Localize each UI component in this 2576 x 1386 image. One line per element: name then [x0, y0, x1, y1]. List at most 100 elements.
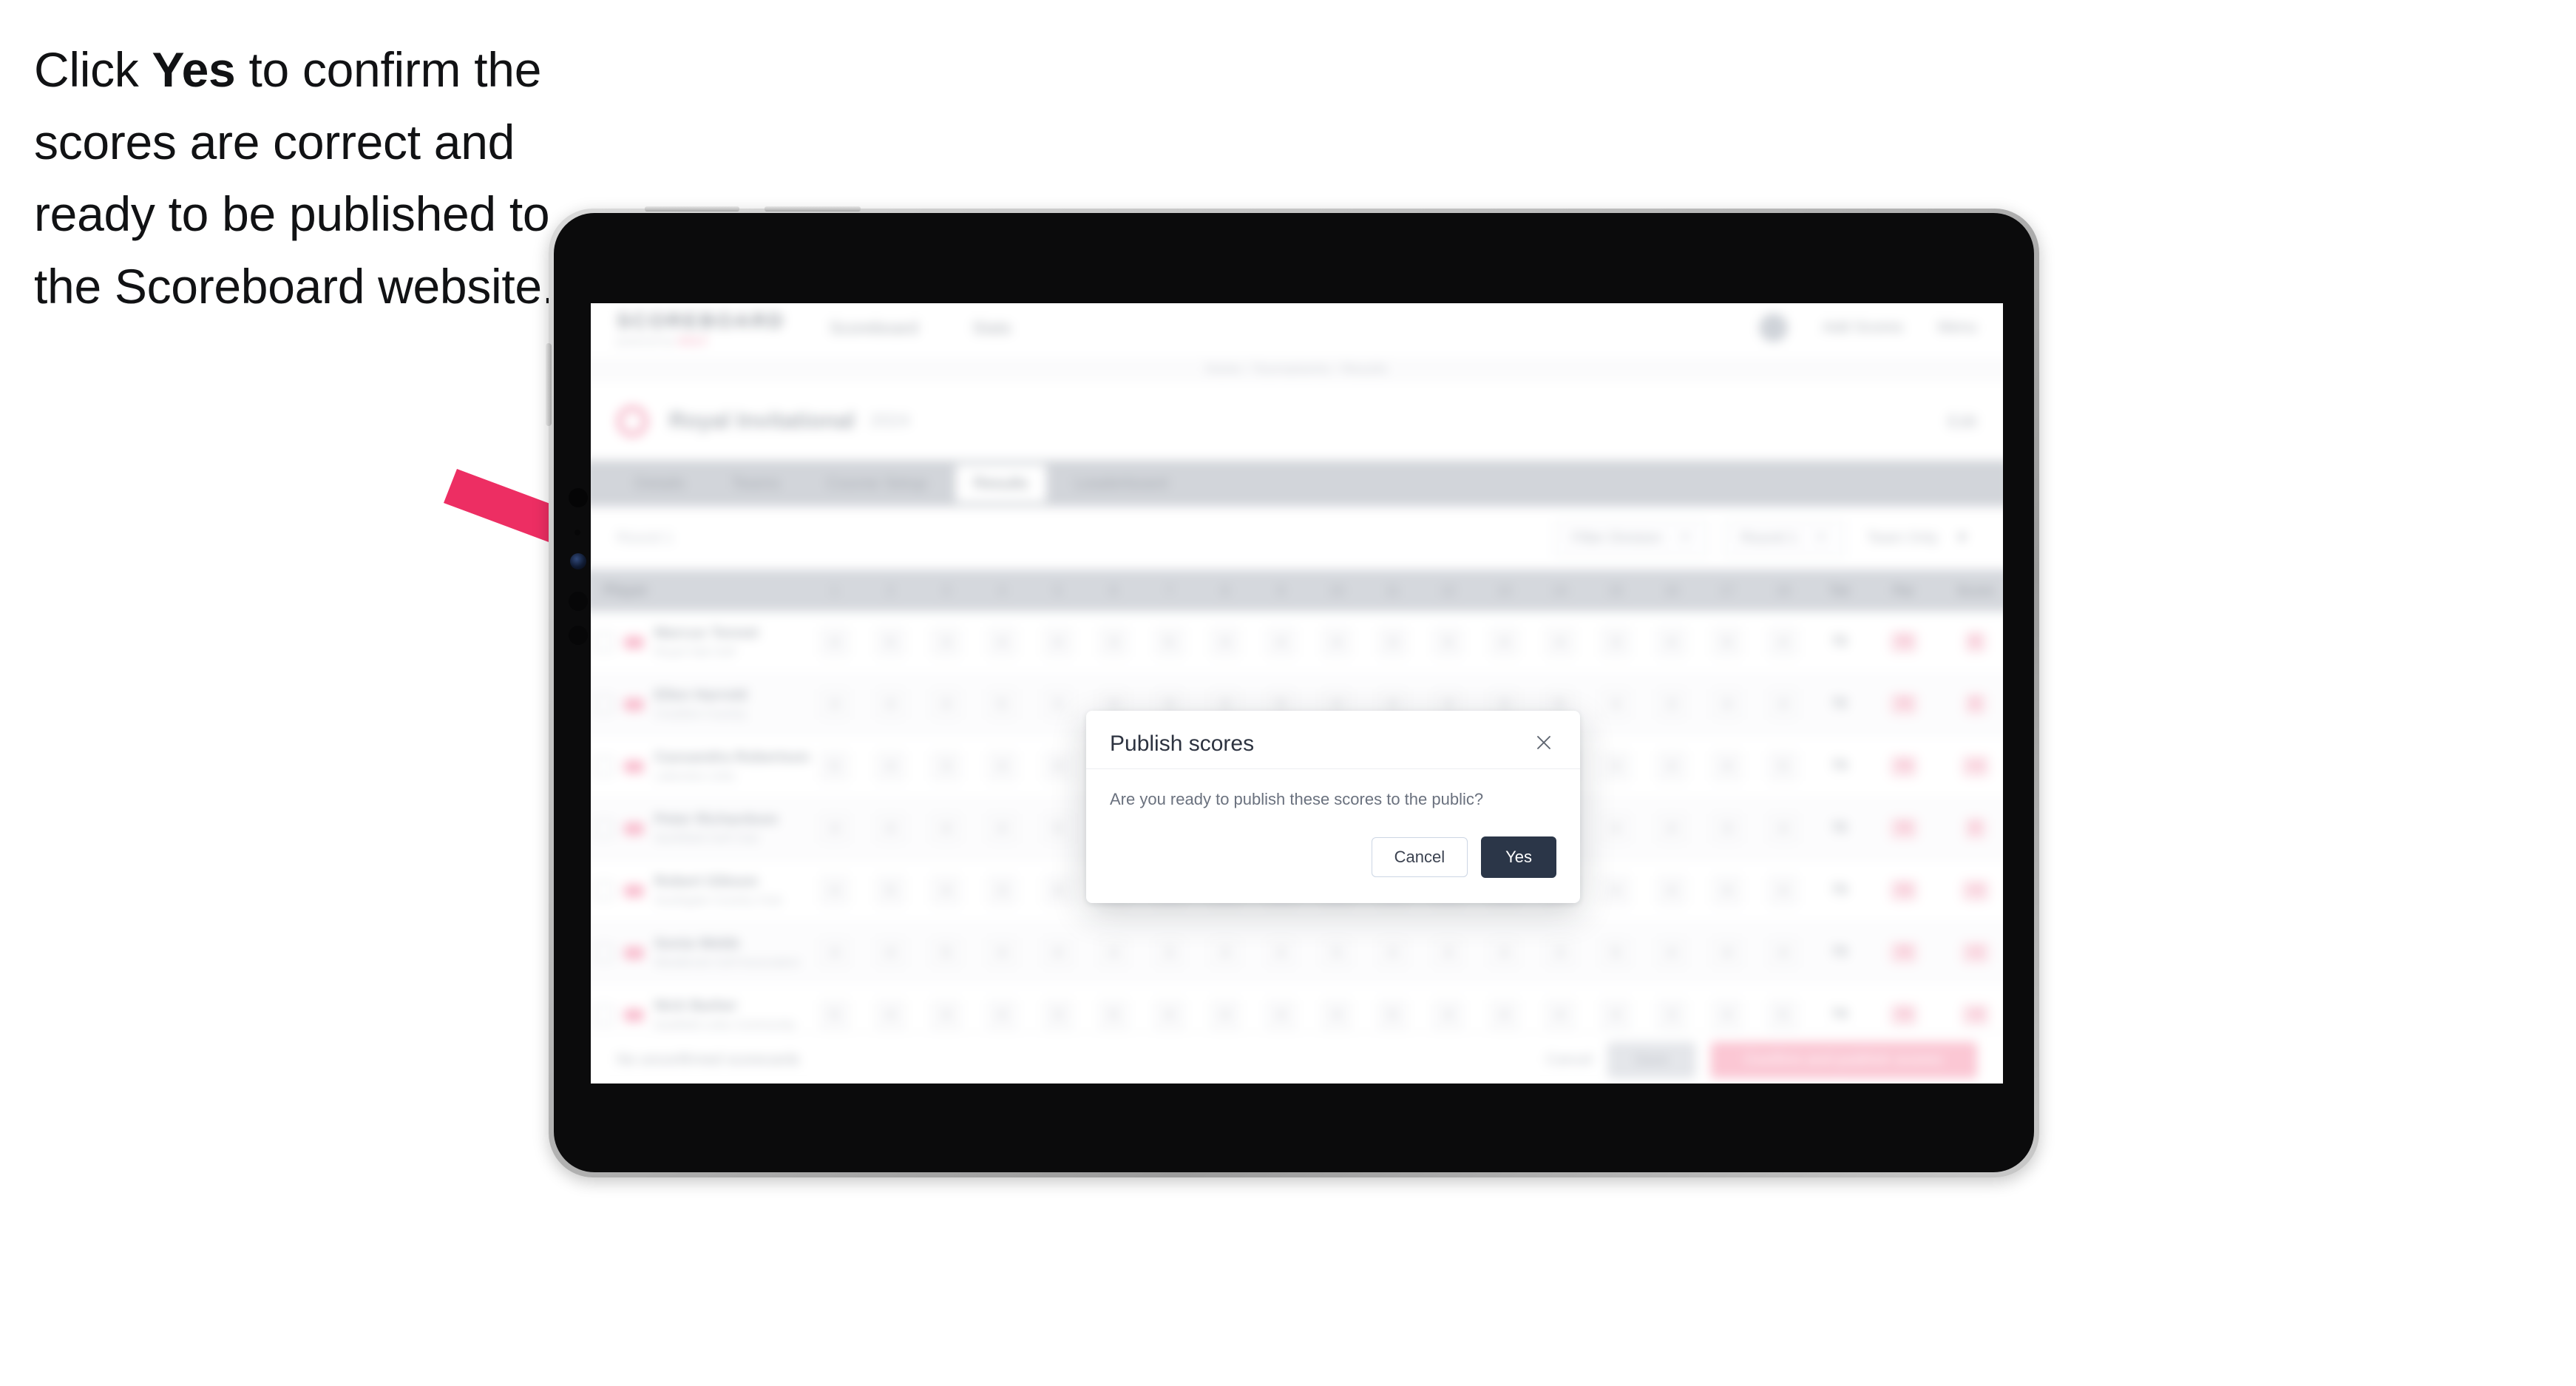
row-checkbox[interactable] — [594, 1004, 614, 1025]
table-row[interactable]: Marcus Tennet Royal Oak Golf 4 5 3 4 4 3 5 4 4 4 3 5 4… — [591, 612, 2003, 674]
hole-score-cell[interactable]: 4 — [975, 626, 1030, 657]
filter-round-dropdown[interactable]: Round 1 ▼ — [1723, 519, 1845, 557]
hole-score-cell[interactable]: 4 — [1309, 626, 1364, 657]
hole-score-cell[interactable]: 3 — [1644, 999, 1699, 1030]
hole-score-cell[interactable]: 3 — [918, 751, 974, 782]
hole-score-cell[interactable]: 4 — [1644, 626, 1699, 657]
hole-score-cell[interactable]: 5 — [918, 937, 974, 968]
hole-score-cell[interactable]: 4 — [1755, 875, 1811, 906]
hole-score-cell[interactable]: 3 — [1588, 751, 1644, 782]
close-icon[interactable] — [1531, 730, 1556, 755]
hole-score-cell[interactable]: 5 — [1365, 999, 1420, 1030]
tab-details[interactable]: Details — [617, 464, 703, 502]
hole-score-cell[interactable]: 4 — [863, 999, 918, 1030]
hole-score-cell[interactable]: 4 — [1030, 937, 1085, 968]
hole-score-cell[interactable]: 4 — [1365, 937, 1420, 968]
hole-score-cell[interactable]: 5 — [863, 626, 918, 657]
hole-score-cell[interactable]: 4 — [1699, 999, 1755, 1030]
row-checkbox[interactable] — [594, 943, 614, 963]
hole-score-cell[interactable]: 4 — [918, 813, 974, 844]
table-row[interactable]: Sonia Webb Westbrook Golf Association 4 4 5 4… — [591, 922, 2003, 984]
hole-score-cell[interactable]: 4 — [1142, 999, 1197, 1030]
hole-score-cell[interactable]: 4 — [807, 626, 862, 657]
volume-up-button[interactable] — [645, 206, 739, 212]
hole-score-cell[interactable]: 4 — [1588, 813, 1644, 844]
hole-score-cell[interactable]: 4 — [1253, 999, 1309, 1030]
hole-score-cell[interactable]: 4 — [1477, 999, 1532, 1030]
hole-score-cell[interactable]: 5 — [1588, 937, 1644, 968]
hole-score-cell[interactable]: 4 — [807, 875, 862, 906]
publish-scores-button[interactable]: Confirm and publish scores — [1710, 1041, 1977, 1079]
hole-score-cell[interactable]: 4 — [1197, 937, 1253, 968]
row-checkbox[interactable] — [594, 757, 614, 777]
volume-down-button[interactable] — [765, 206, 861, 212]
hole-score-cell[interactable]: 4 — [1644, 751, 1699, 782]
hole-score-cell[interactable]: 5 — [1085, 999, 1141, 1030]
hole-score-cell[interactable]: 4 — [1699, 689, 1755, 720]
cancel-button[interactable]: Cancel — [1371, 836, 1468, 877]
avatar[interactable] — [1759, 313, 1788, 342]
hole-score-cell[interactable]: 3 — [1588, 626, 1644, 657]
row-checkbox[interactable] — [594, 881, 614, 901]
hole-score-cell[interactable]: 4 — [1253, 937, 1309, 968]
hole-score-cell[interactable]: 4 — [1588, 999, 1644, 1030]
hole-score-cell[interactable]: 4 — [1197, 626, 1253, 657]
hole-score-cell[interactable]: 4 — [807, 689, 862, 720]
hole-score-cell[interactable]: 3 — [1365, 626, 1420, 657]
hole-score-cell[interactable]: 5 — [1699, 626, 1755, 657]
hole-score-cell[interactable]: 4 — [807, 813, 862, 844]
hole-score-cell[interactable]: 4 — [975, 813, 1030, 844]
hole-score-cell[interactable]: 5 — [863, 875, 918, 906]
hole-score-cell[interactable]: 4 — [1253, 626, 1309, 657]
hole-score-cell[interactable]: 4 — [975, 999, 1030, 1030]
hole-score-cell[interactable]: 5 — [1420, 626, 1476, 657]
hole-score-cell[interactable]: 5 — [807, 751, 862, 782]
filter-division-dropdown[interactable]: Filter Division ▼ — [1554, 519, 1709, 557]
hole-score-cell[interactable]: 4 — [1420, 937, 1476, 968]
hole-score-cell[interactable]: 4 — [1477, 626, 1532, 657]
row-checkbox[interactable] — [594, 694, 614, 714]
hole-score-cell[interactable]: 4 — [1644, 875, 1699, 906]
hole-score-cell[interactable]: 5 — [807, 999, 862, 1030]
hole-score-cell[interactable]: 5 — [1755, 999, 1811, 1030]
hole-score-cell[interactable]: 4 — [1532, 626, 1587, 657]
hole-score-cell[interactable]: 4 — [918, 689, 974, 720]
nav-item-scoreboard[interactable]: Scoreboard — [830, 317, 918, 337]
hole-score-cell[interactable]: 4 — [1420, 999, 1476, 1030]
tab-teams[interactable]: Teams — [714, 464, 798, 502]
table-row[interactable]: Nick Barker Eastfield Links Community 5 4 4 4… — [591, 984, 2003, 1031]
hole-score-cell[interactable]: 4 — [863, 689, 918, 720]
hole-score-cell[interactable]: 4 — [863, 813, 918, 844]
hole-score-cell[interactable]: 5 — [1755, 751, 1811, 782]
hole-score-cell[interactable]: 4 — [975, 937, 1030, 968]
tab-course-setup[interactable]: Course Setup — [808, 464, 945, 502]
hole-score-cell[interactable]: 4 — [1699, 751, 1755, 782]
hole-score-cell[interactable]: 4 — [918, 875, 974, 906]
hole-score-cell[interactable]: 4 — [918, 999, 974, 1030]
hole-score-cell[interactable]: 3 — [1644, 689, 1699, 720]
hole-score-cell[interactable]: 4 — [1755, 626, 1811, 657]
filter-team-only-toggle[interactable]: Team Only ▼ — [1860, 521, 1977, 556]
hole-score-cell[interactable]: 5 — [1030, 813, 1085, 844]
hole-score-cell[interactable]: 4 — [1030, 626, 1085, 657]
row-checkbox[interactable] — [594, 819, 614, 839]
hole-score-cell[interactable]: 4 — [1309, 999, 1364, 1030]
hole-score-cell[interactable]: 4 — [1030, 875, 1085, 906]
hole-score-cell[interactable]: 4 — [863, 751, 918, 782]
hole-score-cell[interactable]: 4 — [1755, 937, 1811, 968]
hole-score-cell[interactable]: 4 — [863, 937, 918, 968]
hole-score-cell[interactable]: 3 — [975, 875, 1030, 906]
row-checkbox[interactable] — [594, 632, 614, 652]
app-logo[interactable]: SCOREBOARD powered by GOLF — [617, 309, 783, 346]
hole-score-cell[interactable]: 4 — [1477, 937, 1532, 968]
save-button[interactable]: Save — [1607, 1041, 1695, 1079]
hole-score-cell[interactable]: 4 — [1644, 813, 1699, 844]
hole-score-cell[interactable]: 4 — [1085, 937, 1141, 968]
hole-score-cell[interactable]: 3 — [1085, 626, 1141, 657]
hole-score-cell[interactable]: 4 — [1532, 999, 1587, 1030]
nav-item-stats[interactable]: Stats — [972, 317, 1011, 337]
hole-score-cell[interactable]: 5 — [1309, 937, 1364, 968]
hole-score-cell[interactable]: 4 — [1644, 937, 1699, 968]
edit-link[interactable]: Edit — [1948, 411, 1977, 431]
tab-leaderboard[interactable]: Leaderboard — [1057, 464, 1186, 502]
